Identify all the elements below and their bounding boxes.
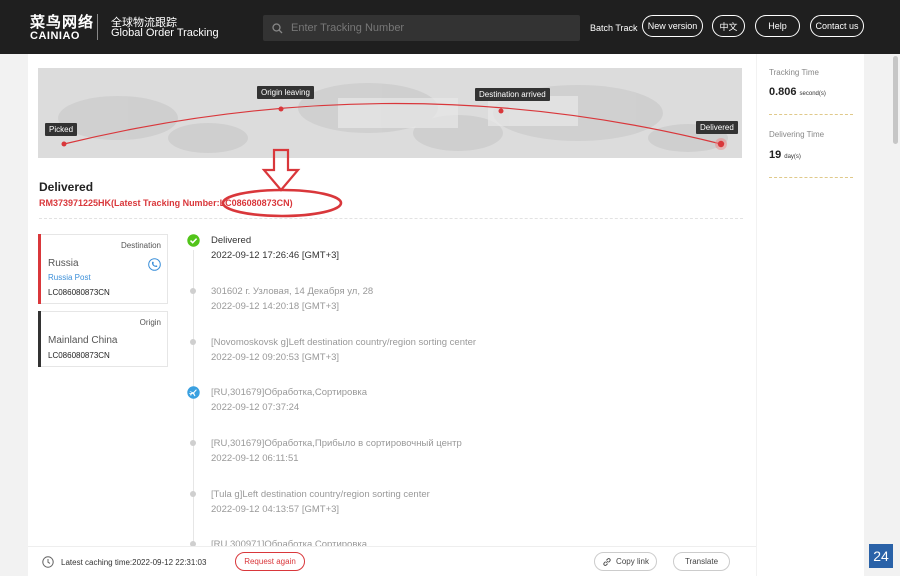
request-again-button[interactable]: Request again [235,552,305,571]
side-divider [769,114,853,115]
event-title: [Novomoskovsk g]Left destination country… [211,337,477,348]
event-time: 2022-09-12 09:20:53 [GMT+3] [211,352,340,363]
contact-us-button[interactable]: Contact us [810,15,864,37]
delivering-time-label: Delivering Time [769,130,825,139]
timeline-dot [190,288,196,294]
delivering-time-number: 19 [769,149,782,161]
corner-badge: 24 [869,544,893,568]
route-map-graphic [58,83,728,153]
tracking-number-line: RM373971225HK(Latest Tracking Number:LC0… [39,198,293,208]
logo-divider [97,14,98,40]
language-button[interactable]: 中文 [712,15,745,37]
map-tag-delivered: Delivered [696,121,738,134]
logo-en[interactable]: CAINIAO [30,30,80,42]
copy-link-button[interactable]: Copy link [594,552,657,571]
map-tag-origin-leaving: Origin leaving [257,86,314,99]
event-title: [Tula g]Left destination country/region … [211,489,430,500]
destination-arrived-point [498,108,504,114]
event-title: 301602 г. Узловая, 14 Декабря ул, 28 [211,286,374,297]
destination-country: Russia [48,258,79,269]
timeline-dot [190,339,196,345]
tracking-time-value: 0.806 second(s) [769,86,826,98]
delivering-time-unit: day(s) [784,154,801,160]
delivering-time-value: 19 day(s) [769,149,801,161]
delivered-point [717,140,725,148]
map-tag-destination-arrived: Destination arrived [475,88,550,101]
origin-country: Mainland China [48,335,118,346]
destination-tracking-number: LC086080873CN [48,288,110,297]
help-button[interactable]: Help [755,15,800,37]
origin-tracking-number: LC086080873CN [48,351,110,360]
batch-track-link[interactable]: Batch Track [590,23,638,33]
event-title: Delivered [211,235,252,246]
destination-carrier-link[interactable]: Russia Post [48,273,91,282]
translate-button[interactable]: Translate [673,552,730,571]
phone-icon[interactable] [148,258,161,271]
tracking-time-label: Tracking Time [769,68,819,77]
event-title: [RU,301679]Обработка,Прибыло в сортирово… [211,438,462,449]
new-version-button[interactable]: New version [642,15,703,37]
timeline-dot [190,491,196,497]
event-time: 2022-09-12 14:20:18 [GMT+3] [211,301,340,312]
tracking-time-number: 0.806 [769,86,797,98]
event-time: 2022-09-12 17:26:46 [GMT+3] [211,250,340,261]
top-header: 菜鸟网络 CAINIAO 全球物流跟踪 Global Order Trackin… [0,0,900,54]
event-time: 2022-09-12 06:11:51 [211,453,299,464]
delivered-check-icon [187,234,200,247]
event-title: [RU,301679]Обработка,Сортировка [211,387,368,398]
link-icon [603,557,611,566]
copy-link-label: Copy link [616,557,649,566]
event-time: 2022-09-12 04:13:57 [GMT+3] [211,504,340,515]
picked-point [61,141,67,147]
caching-time-text: Latest caching time:2022-09-12 22:31:03 [61,558,207,567]
origin-card: Origin Mainland China LC086080873CN [38,311,168,367]
origin-role: Origin [139,318,161,327]
timeline-dot [190,440,196,446]
tracking-time-unit: second(s) [799,91,826,97]
map-tag-picked: Picked [45,123,78,136]
event-time: 2022-09-12 07:37:24 [211,402,300,413]
clock-icon [42,556,54,568]
status-title: Delivered [39,180,94,194]
destination-role: Destination [120,241,161,250]
section-divider [39,218,743,219]
destination-card: Destination Russia Russia Post LC0860808… [38,234,168,304]
tracking-number-input[interactable] [291,22,561,34]
search-box[interactable] [263,15,580,41]
scrollbar-thumb[interactable] [893,56,898,144]
logo-cn[interactable]: 菜鸟网络 [30,11,94,32]
sorting-plane-icon [187,386,200,399]
side-divider [769,177,853,178]
search-icon [272,22,283,33]
origin-leaving-point [278,106,284,112]
site-title-en: Global Order Tracking [111,27,219,39]
route-map: Picked Origin leaving Destination arrive… [38,68,742,158]
